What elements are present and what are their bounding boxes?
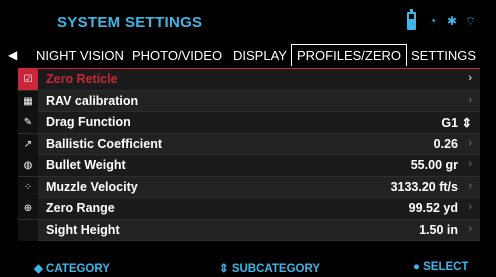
list-item-label: Ballistic Coefficient bbox=[46, 136, 162, 151]
list-item-zero-reticle[interactable]: ☑ Zero Reticle › bbox=[18, 69, 480, 91]
checkbox-icon: ☑ bbox=[18, 69, 38, 90]
list-item-label: Sight Height bbox=[46, 222, 120, 237]
list-item-drag-function[interactable]: ✎ Drag Function G1 ⇕ bbox=[18, 112, 480, 134]
list-item-value: 99.52 yd bbox=[408, 201, 458, 215]
list-item-bullet-weight[interactable]: ◍ Bullet Weight 55.00 gr › bbox=[18, 155, 480, 177]
chevron-right-icon: › bbox=[468, 93, 472, 106]
calculator-icon: ▦ bbox=[18, 90, 38, 112]
hint-select: ● SELECT bbox=[413, 261, 469, 273]
tab-settings[interactable]: SETTINGS bbox=[411, 48, 476, 63]
tab-display[interactable]: DISPLAY bbox=[233, 48, 287, 63]
list-item-value: 3133.20 ft/s bbox=[390, 179, 458, 194]
tab-night-vision[interactable]: NIGHT VISION bbox=[36, 48, 124, 63]
footer-hints: ◆ CATEGORY ⇕ SUBCATEGORY ● SELECT bbox=[0, 258, 496, 277]
back-arrow-icon[interactable]: ◀ bbox=[8, 48, 17, 62]
chevron-right-icon: › bbox=[468, 179, 472, 192]
list-item-rav-calibration[interactable]: ▦ RAV calibration › bbox=[18, 90, 480, 112]
chevron-right-icon: › bbox=[468, 136, 472, 149]
list-item-label: Zero Reticle bbox=[46, 72, 118, 86]
list-item-ballistic-coefficient[interactable]: ↗ Ballistic Coefficient 0.26 › bbox=[18, 133, 480, 155]
hint-subcategory: ⇕ SUBCATEGORY bbox=[219, 263, 321, 275]
list-item-label: Drag Function bbox=[46, 115, 131, 129]
chevron-right-icon: › bbox=[468, 158, 472, 170]
export-icon: ↗ bbox=[18, 133, 38, 155]
list-item-sight-height[interactable]: Sight Height 1.50 in › bbox=[18, 219, 480, 241]
bluetooth-icon: ✱ bbox=[447, 14, 458, 28]
bullet-icon: ◍ bbox=[18, 155, 38, 176]
chevron-right-icon: › bbox=[468, 222, 472, 235]
chevron-right-icon: › bbox=[468, 201, 472, 213]
list-item-label: Muzzle Velocity bbox=[46, 179, 138, 194]
edit-icon: ✎ bbox=[18, 112, 38, 133]
list-item-label: Zero Range bbox=[46, 201, 115, 215]
target-icon: ⊕ bbox=[18, 198, 38, 219]
list-item-zero-range[interactable]: ⊕ Zero Range 99.52 yd › bbox=[18, 198, 480, 220]
tab-profiles-zero[interactable]: PROFILES/ZERO bbox=[291, 44, 408, 66]
chevron-right-icon: › bbox=[468, 72, 472, 84]
list-item-value: 1.50 in bbox=[419, 222, 458, 237]
battery-icon bbox=[407, 9, 416, 30]
tab-bar: ◀ NIGHT VISION PHOTO/VIDEO DISPLAY PROFI… bbox=[0, 44, 496, 70]
settings-list: ☑ Zero Reticle › ▦ RAV calibration › ✎ D… bbox=[18, 69, 480, 241]
page-title: SYSTEM SETTINGS bbox=[57, 14, 203, 31]
wifi-icon: ⌔ bbox=[465, 14, 477, 28]
list-item-value: 55.00 gr bbox=[410, 158, 458, 172]
hint-category: ◆ CATEGORY bbox=[34, 263, 110, 275]
list-item-value: G1 ⇕ bbox=[441, 116, 472, 130]
list-item-value: 0.26 bbox=[433, 136, 458, 151]
list-item-label: Bullet Weight bbox=[46, 158, 126, 172]
status-bar: ◔ ✱ ⌔ bbox=[403, 9, 483, 33]
timer-icon: ◔ bbox=[429, 14, 437, 28]
blank-icon bbox=[18, 219, 38, 241]
list-item-label: RAV calibration bbox=[46, 93, 139, 108]
dots-icon: ⁘ bbox=[18, 176, 38, 198]
tab-photo-video[interactable]: PHOTO/VIDEO bbox=[132, 48, 222, 63]
list-item-muzzle-velocity[interactable]: ⁘ Muzzle Velocity 3133.20 ft/s › bbox=[18, 176, 480, 198]
